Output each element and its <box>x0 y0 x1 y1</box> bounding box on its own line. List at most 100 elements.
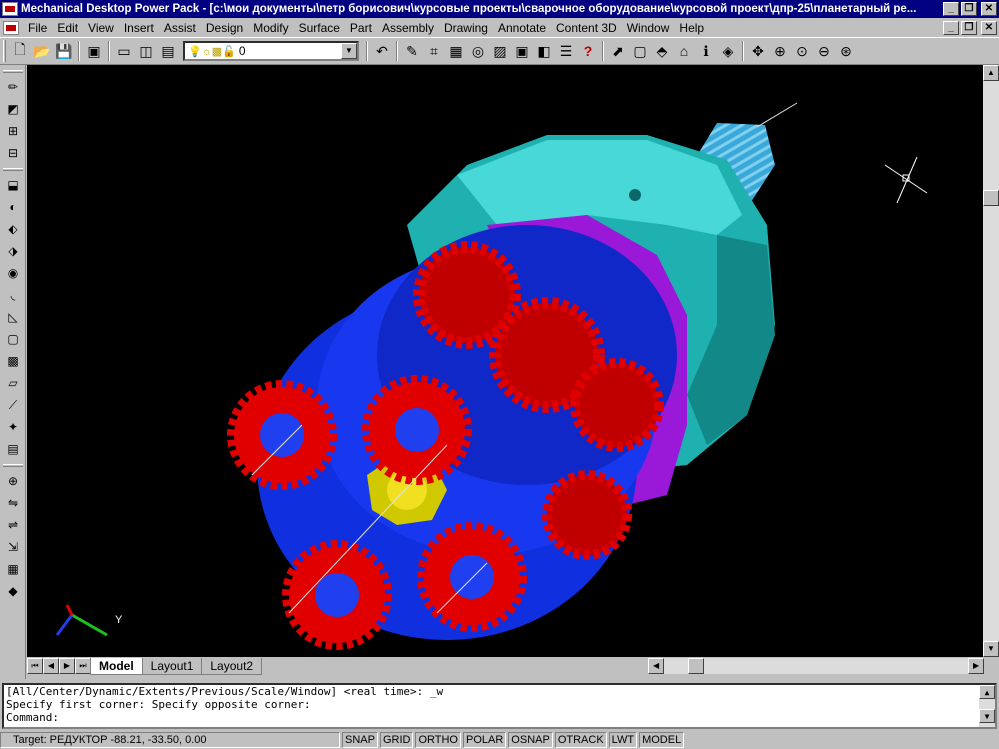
work-axis-icon[interactable]: ⟋ <box>3 395 23 415</box>
info-icon[interactable]: ℹ <box>695 40 717 62</box>
ortho-toggle[interactable]: ORTHO <box>415 732 461 748</box>
left-toolbar-grip-2[interactable] <box>3 168 23 171</box>
new-file-icon[interactable]: 🗋 <box>9 40 31 62</box>
zoom-realtime-icon[interactable]: ⊕ <box>769 40 791 62</box>
model-canvas[interactable]: Y <box>27 65 983 657</box>
view-3d-icon[interactable]: ⬘ <box>651 40 673 62</box>
hole-icon[interactable]: ◉ <box>3 263 23 283</box>
menu-assembly[interactable]: Assembly <box>377 21 439 35</box>
chamfer-icon[interactable]: ◺ <box>3 307 23 327</box>
scroll-up-icon[interactable]: ▲ <box>983 65 999 81</box>
zoom-part-icon[interactable]: ◎ <box>467 40 489 62</box>
minimize-button[interactable]: _ <box>943 2 959 16</box>
cube-icon[interactable]: ◈ <box>717 40 739 62</box>
command-prompt[interactable]: Command: <box>6 711 995 724</box>
scroll-left-icon[interactable]: ◀ <box>648 658 665 674</box>
shade-icon[interactable]: ◧ <box>533 40 555 62</box>
layer-dropdown[interactable]: 💡☼▩🔓 0 ▼ <box>183 41 359 61</box>
polar-toggle[interactable]: POLAR <box>463 732 507 748</box>
model-toggle[interactable]: MODEL <box>639 732 685 748</box>
assembly-view-icon[interactable]: ⬈ <box>607 40 629 62</box>
edit-feature-icon[interactable]: ▤ <box>3 439 23 459</box>
menu-view[interactable]: View <box>83 21 119 35</box>
menu-window[interactable]: Window <box>622 21 675 35</box>
table-icon[interactable]: ▦ <box>445 40 467 62</box>
work-plane-icon[interactable]: ▱ <box>3 373 23 393</box>
menu-content-3d[interactable]: Content 3D <box>551 21 622 35</box>
command-window[interactable]: [All/Center/Dynamic/Extents/Previous/Sca… <box>2 683 997 729</box>
mate-icon[interactable]: ⇋ <box>3 493 23 513</box>
app-icon[interactable] <box>2 2 18 16</box>
menu-help[interactable]: Help <box>674 21 709 35</box>
layer-tools-icon[interactable]: ▤ <box>157 40 179 62</box>
menu-file[interactable]: File <box>23 21 52 35</box>
coordinate-display[interactable]: Target: РЕДУКТОР -88.21, -33.50, 0.00 <box>0 732 340 748</box>
profile-icon[interactable]: ⌗ <box>423 40 445 62</box>
sketch-icon[interactable]: ✎ <box>401 40 423 62</box>
sketch-tool-icon[interactable]: ✏ <box>3 77 23 97</box>
horizontal-scrollbar[interactable]: ◀ ▶ <box>648 658 985 674</box>
layer-properties-icon[interactable]: ▣ <box>83 40 105 62</box>
doc-close-button[interactable]: ✕ <box>981 20 997 35</box>
dimension-tool-icon[interactable]: ⊟ <box>3 143 23 163</box>
planet-gear-1[interactable] <box>227 380 337 490</box>
model-viewport[interactable]: Y <box>27 65 983 657</box>
pan-icon[interactable]: ✥ <box>747 40 769 62</box>
properties-icon[interactable]: ☰ <box>555 40 577 62</box>
chevron-down-icon[interactable]: ▼ <box>341 43 357 59</box>
first-tab-icon[interactable]: ⏮ <box>27 658 43 674</box>
menu-annotate[interactable]: Annotate <box>493 21 551 35</box>
constraint-tool-icon[interactable]: ⊞ <box>3 121 23 141</box>
scroll-right-icon[interactable]: ▶ <box>968 658 985 674</box>
tab-layout1[interactable]: Layout1 <box>141 657 203 675</box>
pattern-icon[interactable]: ▩ <box>3 351 23 371</box>
vertical-scroll-thumb[interactable] <box>983 190 999 206</box>
work-point-icon[interactable]: ✦ <box>3 417 23 437</box>
next-tab-icon[interactable]: ▶ <box>59 658 75 674</box>
menu-surface[interactable]: Surface <box>294 21 345 35</box>
fillet-icon[interactable]: ◟ <box>3 285 23 305</box>
revolve-icon[interactable]: ◐ <box>3 197 23 217</box>
layer-state-icon[interactable]: ◫ <box>135 40 157 62</box>
zoom-window-icon[interactable]: ⊙ <box>791 40 813 62</box>
shell-icon[interactable]: ▢ <box>3 329 23 349</box>
undo-icon[interactable]: ↶ <box>371 40 393 62</box>
left-toolbar-grip[interactable] <box>3 70 23 73</box>
menu-design[interactable]: Design <box>201 21 248 35</box>
command-scroll-down-icon[interactable]: ▼ <box>979 709 995 723</box>
loft-icon[interactable]: ⬗ <box>3 241 23 261</box>
catalog-icon[interactable]: ▦ <box>3 559 23 579</box>
hatch-icon[interactable]: ▨ <box>489 40 511 62</box>
planet-gear-2[interactable] <box>362 375 472 485</box>
assembly-constraint-icon[interactable]: ⊕ <box>3 471 23 491</box>
view-box-icon[interactable]: ▢ <box>629 40 651 62</box>
scroll-down-icon[interactable]: ▼ <box>983 641 999 657</box>
command-scrollbar[interactable]: ▲ ▼ <box>979 685 995 727</box>
grid-toggle[interactable]: GRID <box>379 732 414 748</box>
zoom-extents-icon[interactable]: ⊛ <box>835 40 857 62</box>
home-view-icon[interactable]: ⌂ <box>673 40 695 62</box>
sweep-icon[interactable]: ⬖ <box>3 219 23 239</box>
zoom-previous-icon[interactable]: ⊖ <box>813 40 835 62</box>
last-tab-icon[interactable]: ⏭ <box>75 658 91 674</box>
extrude-icon[interactable]: ⬓ <box>3 175 23 195</box>
tab-layout2[interactable]: Layout2 <box>201 657 263 675</box>
planet-gear-4[interactable] <box>417 522 527 632</box>
image-icon[interactable]: ▣ <box>511 40 533 62</box>
restore-button[interactable]: ❐ <box>961 2 977 16</box>
flush-icon[interactable]: ⇌ <box>3 515 23 535</box>
menu-drawing[interactable]: Drawing <box>439 21 493 35</box>
horizontal-scroll-thumb[interactable] <box>688 658 705 674</box>
color-icon[interactable]: ◆ <box>3 581 23 601</box>
command-scroll-up-icon[interactable]: ▲ <box>979 685 995 699</box>
menu-insert[interactable]: Insert <box>119 21 159 35</box>
menu-part[interactable]: Part <box>345 21 377 35</box>
toolbar-grip[interactable] <box>3 40 6 62</box>
left-toolbar-grip-3[interactable] <box>3 464 23 467</box>
profile-tool-icon[interactable]: ◩ <box>3 99 23 119</box>
doc-minimize-button[interactable]: _ <box>943 20 959 35</box>
osnap-toggle[interactable]: OSNAP <box>508 732 553 748</box>
otrack-toggle[interactable]: OTRACK <box>554 732 607 748</box>
help-icon[interactable]: ? <box>577 40 599 62</box>
tab-model[interactable]: Model <box>90 657 143 675</box>
